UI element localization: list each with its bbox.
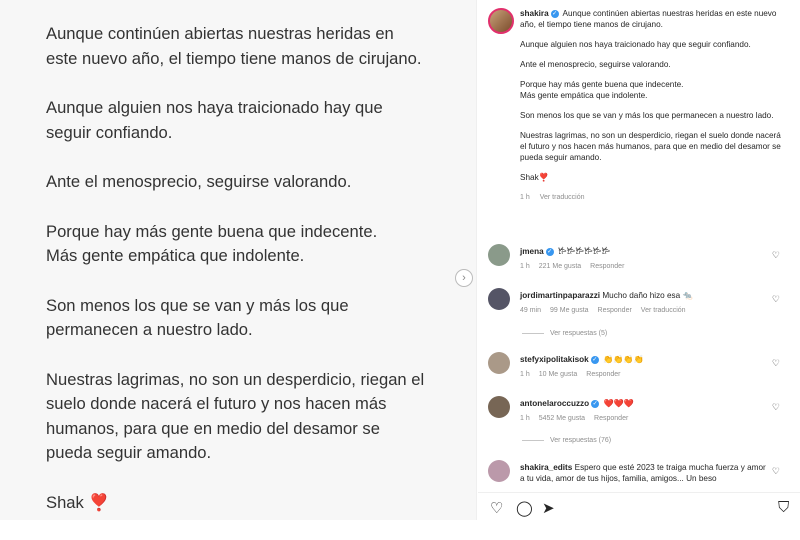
avatar[interactable]: [488, 396, 510, 418]
post-paragraph: Nuestras lagrimas, no son un desperdicio…: [46, 369, 425, 463]
verified-badge-icon: ✓: [545, 247, 554, 256]
post-paragraph: Ante el menosprecio, seguirse valorando.: [46, 172, 352, 191]
comment-username[interactable]: jordimartinpaparazzi: [520, 291, 600, 300]
comment-username[interactable]: jmena: [520, 247, 544, 256]
translate-link[interactable]: Ver traducción: [641, 307, 686, 314]
likes-count[interactable]: 99 Me gusta: [550, 307, 589, 314]
avatar[interactable]: [488, 352, 510, 374]
likes-count[interactable]: 221 Me gusta: [539, 263, 581, 270]
avatar[interactable]: [488, 460, 510, 482]
post-image: Aunque continúen abiertas nuestras herid…: [0, 0, 477, 520]
comment-text: ❤️❤️❤️: [603, 399, 635, 408]
chevron-right-icon[interactable]: ›: [455, 269, 473, 287]
translate-link[interactable]: Ver traducción: [540, 194, 585, 201]
verified-badge-icon: ✓: [550, 9, 559, 18]
post-paragraph: Aunque continúen abiertas nuestras herid…: [46, 24, 422, 68]
heart-icon[interactable]: ♡: [772, 358, 780, 369]
caption-body: shakira ✓ Aunque continúen abiertas nuest…: [520, 8, 785, 203]
likes-count[interactable]: 10 Me gusta: [539, 371, 578, 378]
comment-text: Mucho daño hizo esa 🐀: [602, 291, 693, 300]
caption-paragraph: Porque hay más gente buena que indecente…: [520, 80, 684, 100]
reply-button[interactable]: Responder: [598, 307, 632, 314]
comment-username[interactable]: shakira_edits: [520, 463, 572, 472]
reply-button[interactable]: Responder: [586, 371, 620, 378]
caption-paragraph: Ante el menosprecio, seguirse valorando.: [520, 60, 671, 69]
caption-signature: Shak❣️: [520, 173, 549, 182]
reply-button[interactable]: Responder: [590, 263, 624, 270]
action-bar: ♡ ◯ ➤ ⛉: [478, 492, 800, 521]
view-replies-button[interactable]: Ver respuestas (76): [522, 437, 611, 444]
avatar[interactable]: [488, 288, 510, 310]
caption-paragraph: Nuestras lagrimas, no son un desperdicio…: [520, 131, 781, 162]
send-icon[interactable]: ➤: [542, 499, 555, 517]
comments-panel: shakira ✓ Aunque continúen abiertas nuest…: [478, 0, 800, 520]
reply-button[interactable]: Responder: [594, 415, 628, 422]
comment-text: 𐂂𐂂𐂂𐂂𐂂𐂂: [557, 247, 611, 256]
avatar[interactable]: [488, 8, 514, 34]
bookmark-icon[interactable]: ⛉: [778, 499, 789, 516]
avatar[interactable]: [488, 244, 510, 266]
caption-paragraph: Son menos los que se van y más los que p…: [520, 111, 774, 120]
comment-username[interactable]: antonelaroccuzzo: [520, 399, 589, 408]
heart-icon[interactable]: ♡: [772, 294, 780, 305]
comment-username[interactable]: stefyxipolitakisok: [520, 355, 589, 364]
caption-username[interactable]: shakira: [520, 9, 549, 18]
comment-icon[interactable]: ◯: [516, 499, 533, 517]
comment-text: 👏👏👏👏: [603, 355, 644, 364]
verified-badge-icon: ✓: [590, 355, 599, 364]
heart-exclamation-icon: ❣️: [88, 492, 110, 512]
post-signature: Shak ❣️: [46, 492, 110, 512]
post-paragraph: Aunque alguien nos haya traicionado hay …: [46, 98, 383, 142]
caption-meta: 1 h Ver traducción: [520, 194, 585, 201]
likes-count[interactable]: 5452 Me gusta: [539, 415, 585, 422]
caption-paragraph: Aunque alguien nos haya traicionado hay …: [520, 40, 751, 49]
heart-icon[interactable]: ♡: [490, 499, 503, 517]
view-replies-button[interactable]: Ver respuestas (5): [522, 330, 607, 337]
heart-icon[interactable]: ♡: [772, 466, 780, 477]
heart-icon[interactable]: ♡: [772, 250, 780, 261]
post-paragraph: Son menos los que se van y más los que p…: [46, 295, 349, 340]
post-text: Aunque continúen abiertas nuestras herid…: [46, 22, 456, 540]
verified-badge-icon: ✓: [591, 399, 600, 408]
post-paragraph: Porque hay más gente buena que indecente…: [46, 221, 378, 266]
heart-icon[interactable]: ♡: [772, 402, 780, 413]
